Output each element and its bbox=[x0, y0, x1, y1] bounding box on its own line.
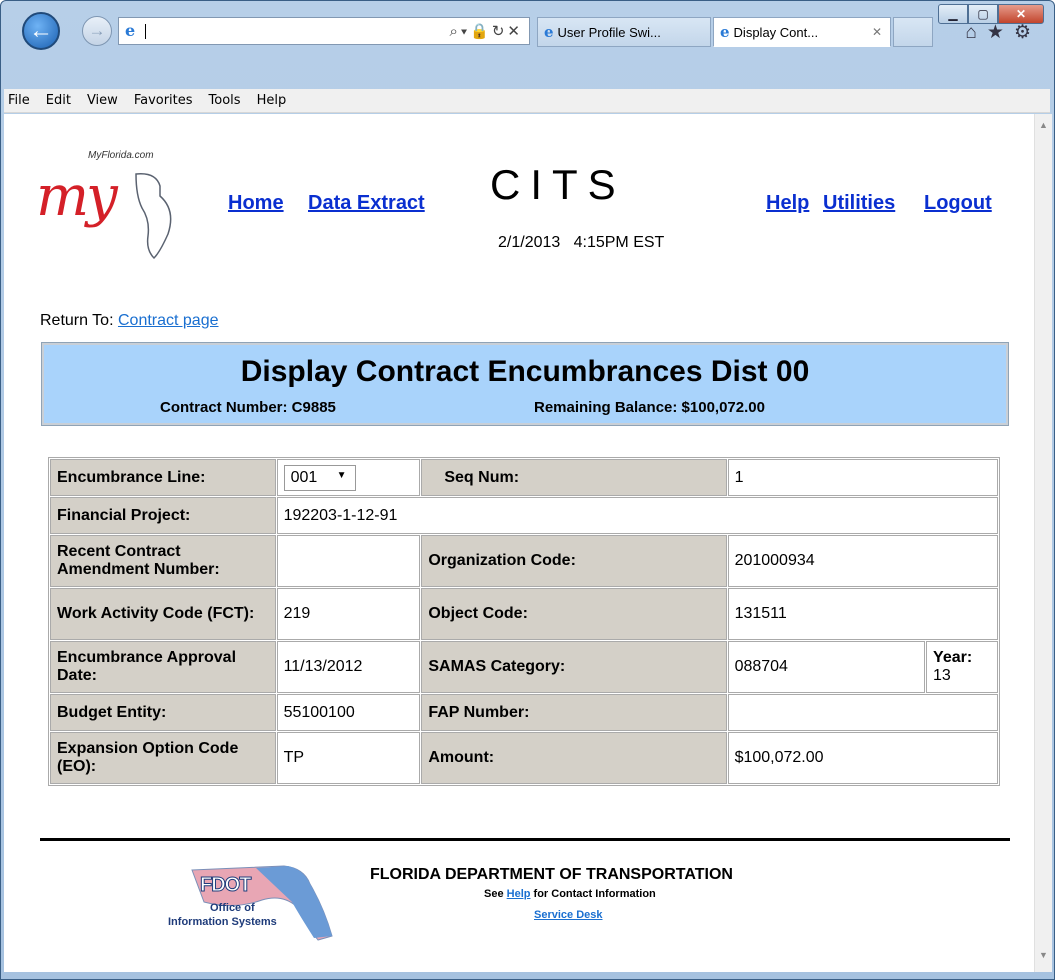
myflorida-logo[interactable]: MyFlorida.com my bbox=[36, 146, 206, 266]
fdot-logo-sub2: Information Systems bbox=[168, 916, 277, 928]
recent-amendment-label: Recent Contract Amendment Number: bbox=[50, 535, 276, 587]
footer-title: FLORIDA DEPARTMENT OF TRANSPORTATION bbox=[370, 866, 733, 883]
nav-data-extract-link[interactable]: Data Extract bbox=[308, 192, 425, 215]
address-tools-icons[interactable]: ⌕▾🔒↻✕ bbox=[449, 22, 523, 40]
close-tab-icon[interactable]: ✕ bbox=[872, 25, 882, 39]
remaining-balance: Remaining Balance: $100,072.00 bbox=[534, 399, 765, 416]
amount-value: $100,072.00 bbox=[727, 732, 998, 784]
forward-button[interactable]: → bbox=[82, 16, 112, 46]
year-cell: Year: 13 bbox=[926, 641, 998, 693]
samas-category-value: 088704 bbox=[727, 641, 926, 693]
ie-icon: e bbox=[125, 21, 136, 40]
new-tab-button[interactable] bbox=[893, 17, 933, 47]
return-to-label: Return To: bbox=[40, 312, 114, 329]
fap-number-label: FAP Number: bbox=[421, 694, 727, 731]
approval-date-label: Encumbrance Approval Date: bbox=[50, 641, 276, 693]
year-value: 13 bbox=[933, 667, 951, 684]
organization-code-label: Organization Code: bbox=[421, 535, 727, 587]
toolbar-icons: ⌂★⚙ bbox=[965, 21, 1041, 44]
recent-amendment-value bbox=[276, 535, 421, 587]
fdot-logo-sub1: Office of bbox=[210, 902, 255, 914]
financial-project-label: Financial Project: bbox=[50, 497, 276, 534]
nav-utilities-link[interactable]: Utilities bbox=[823, 192, 895, 215]
menu-view[interactable]: View bbox=[87, 93, 118, 108]
tab-user-profile[interactable]: e User Profile Swi... bbox=[537, 17, 711, 47]
ie-tab-icon: e bbox=[720, 23, 730, 41]
footer-contact: See Help for Contact Information bbox=[484, 888, 656, 900]
vertical-scrollbar[interactable]: ▲ ▼ bbox=[1034, 114, 1052, 972]
gear-icon[interactable]: ⚙ bbox=[1014, 22, 1041, 43]
expansion-option-value: TP bbox=[276, 732, 421, 784]
tab-display-contract[interactable]: e Display Cont... ✕ bbox=[713, 17, 891, 47]
table-row: Work Activity Code (FCT): 219 Object Cod… bbox=[50, 588, 998, 640]
minimize-button[interactable]: ▁ bbox=[938, 4, 968, 24]
table-row: Expansion Option Code (EO): TP Amount: $… bbox=[50, 732, 998, 784]
menu-favorites[interactable]: Favorites bbox=[134, 93, 193, 108]
encumbrance-table: Encumbrance Line: 001 ▼ Seq Num: 1 Financ… bbox=[48, 457, 1000, 786]
page-banner: Display Contract Encumbrances Dist 00 Co… bbox=[41, 342, 1009, 426]
work-activity-value: 219 bbox=[276, 588, 421, 640]
page-title: Display Contract Encumbrances Dist 00 bbox=[240, 355, 810, 388]
table-row: Financial Project: 192203-1-12-91 bbox=[50, 497, 998, 534]
encumbrance-line-select[interactable]: 001 ▼ bbox=[283, 464, 356, 491]
menu-edit[interactable]: Edit bbox=[46, 93, 71, 108]
organization-code-value: 201000934 bbox=[727, 535, 998, 587]
ie-tab-icon: e bbox=[544, 23, 554, 41]
scroll-up-icon[interactable]: ▲ bbox=[1039, 120, 1048, 130]
menu-file[interactable]: File bbox=[8, 93, 30, 108]
contract-page-link[interactable]: Contract page bbox=[118, 312, 219, 329]
return-to: Return To: Contract page bbox=[40, 312, 219, 330]
amount-label: Amount: bbox=[421, 732, 727, 784]
approval-date-value: 11/13/2012 bbox=[276, 641, 421, 693]
nav-home-link[interactable]: Home bbox=[228, 192, 284, 215]
seq-num-label: Seq Num: bbox=[421, 459, 727, 496]
year-label: Year: bbox=[933, 649, 973, 666]
text-caret bbox=[145, 23, 146, 39]
florida-map-icon bbox=[191, 865, 333, 941]
menu-help[interactable]: Help bbox=[257, 93, 287, 108]
encumbrance-line-cell: 001 ▼ bbox=[276, 459, 421, 496]
page-viewport: MyFlorida.com my Home Data Extract CITS … bbox=[4, 114, 1034, 972]
encumbrance-line-label: Encumbrance Line: bbox=[50, 459, 276, 496]
footer-help-link[interactable]: Help bbox=[507, 888, 531, 900]
favorites-star-icon[interactable]: ★ bbox=[987, 22, 1014, 43]
service-desk-link[interactable]: Service Desk bbox=[534, 909, 603, 921]
home-icon[interactable]: ⌂ bbox=[965, 22, 986, 43]
page-datetime: 2/1/2013 4:15PM EST bbox=[498, 234, 665, 251]
menu-tools[interactable]: Tools bbox=[209, 93, 241, 108]
footer-divider bbox=[40, 838, 1010, 841]
app-title: CITS bbox=[490, 161, 626, 208]
table-row: Recent Contract Amendment Number: Organi… bbox=[50, 535, 998, 587]
address-bar[interactable]: e ⌕▾🔒↻✕ bbox=[118, 17, 530, 45]
work-activity-label: Work Activity Code (FCT): bbox=[50, 588, 276, 640]
expansion-option-label: Expansion Option Code (EO): bbox=[50, 732, 276, 784]
contract-number: Contract Number: C9885 bbox=[160, 399, 336, 416]
seq-num-value: 1 bbox=[727, 459, 998, 496]
table-row: Encumbrance Line: 001 ▼ Seq Num: 1 bbox=[50, 459, 998, 496]
table-row: Encumbrance Approval Date: 11/13/2012 SA… bbox=[50, 641, 998, 693]
financial-project-value: 192203-1-12-91 bbox=[276, 497, 998, 534]
budget-entity-value: 55100100 bbox=[276, 694, 421, 731]
object-code-value: 131511 bbox=[727, 588, 998, 640]
fap-number-value bbox=[727, 694, 998, 731]
scroll-down-icon[interactable]: ▼ bbox=[1039, 950, 1048, 960]
back-button[interactable]: ← bbox=[22, 12, 60, 50]
budget-entity-label: Budget Entity: bbox=[50, 694, 276, 731]
nav-logout-link[interactable]: Logout bbox=[924, 192, 992, 215]
fdot-logo[interactable]: FDOT Office of Information Systems bbox=[164, 850, 344, 950]
florida-outline-icon bbox=[135, 173, 172, 260]
chevron-down-icon: ▼ bbox=[336, 469, 347, 481]
fdot-logo-text: FDOT bbox=[199, 874, 251, 897]
object-code-label: Object Code: bbox=[421, 588, 727, 640]
samas-category-label: SAMAS Category: bbox=[421, 641, 727, 693]
table-row: Budget Entity: 55100100 FAP Number: bbox=[50, 694, 998, 731]
menu-bar: File Edit View Favorites Tools Help bbox=[4, 89, 1050, 113]
nav-help-link[interactable]: Help bbox=[766, 192, 809, 215]
